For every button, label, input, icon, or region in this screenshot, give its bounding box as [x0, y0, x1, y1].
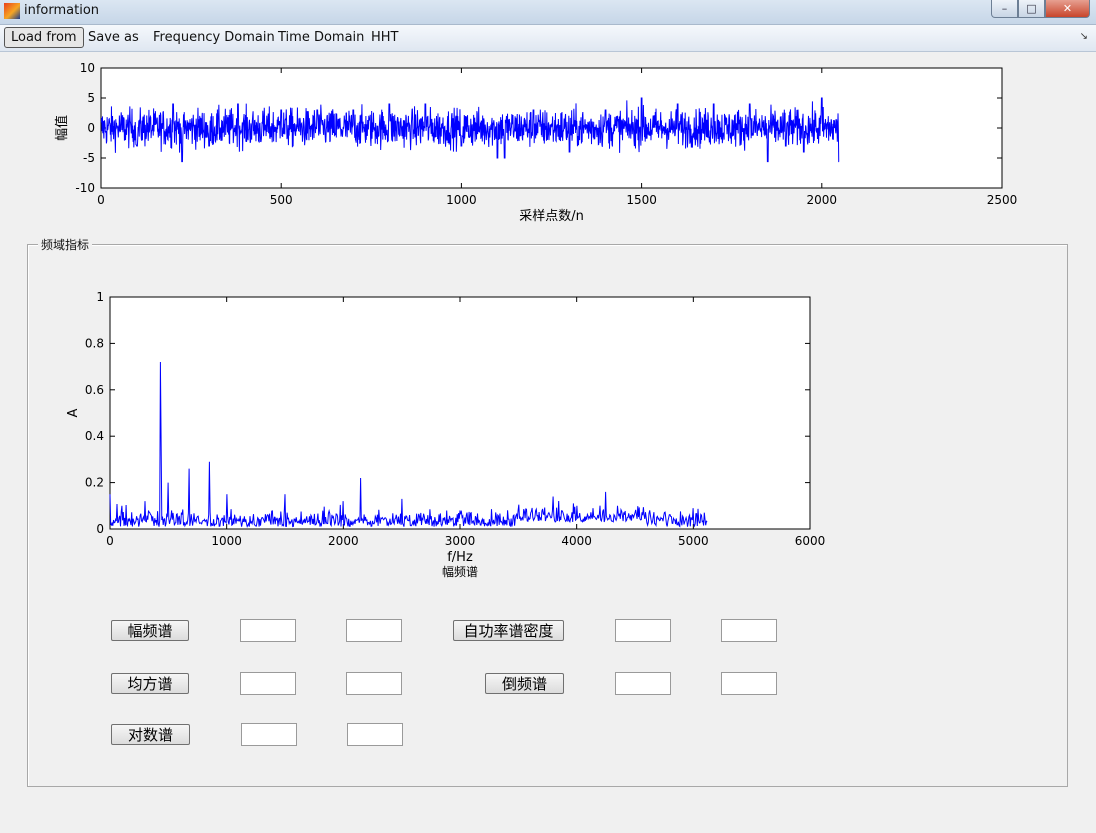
log-spectrum-button[interactable]: 对数谱	[111, 724, 190, 745]
chart-title: 幅频谱	[442, 564, 478, 579]
y-tick-label: -5	[83, 151, 95, 165]
x-tick-label: 1000	[211, 534, 242, 548]
x-tick-label: 5000	[678, 534, 709, 548]
x-tick-label: 0	[106, 534, 114, 548]
y-tick-label: 0	[96, 522, 104, 536]
x-tick-label: 0	[97, 193, 105, 207]
charts-layer: 0 500 1000 1500 2000 25001050-5-10采样点数/n幅值 01…	[54, 61, 1017, 579]
log-field-2[interactable]	[347, 723, 403, 746]
time-signal-chart[interactable]: 0 500 1000 1500 2000 2500 10 5 0 -5 -10 采样点数/n 幅值	[54, 61, 1017, 224]
x-tick-label: 500	[270, 193, 293, 207]
mean-square-field-1[interactable]	[240, 672, 296, 695]
y-tick-label: 1	[96, 290, 104, 304]
log-field-1[interactable]	[241, 723, 297, 746]
mean-square-field-2[interactable]	[346, 672, 402, 695]
cepstrum-field-2[interactable]	[721, 672, 777, 695]
y-tick-label: 0	[87, 121, 95, 135]
amplitude-field-2[interactable]	[346, 619, 402, 642]
y-tick-label: -10	[75, 181, 95, 195]
x-axis-label: 采样点数/n	[519, 209, 584, 224]
amplitude-field-1[interactable]	[240, 619, 296, 642]
y-tick-label: 0.6	[85, 383, 104, 397]
x-tick-label: 2000	[807, 193, 838, 207]
x-tick-label: 1000	[446, 193, 477, 207]
y-tick-label: 0.4	[85, 429, 104, 443]
y-axis-label: A	[66, 408, 81, 417]
mean-square-spectrum-button[interactable]: 均方谱	[111, 673, 189, 694]
amplitude-spectrum-button[interactable]: 幅频谱	[111, 620, 189, 641]
x-tick-label: 4000	[561, 534, 592, 548]
y-tick-label: 5	[87, 91, 95, 105]
amplitude-spectrum-chart[interactable]: 0 1000 2000 3000 4000 5000 6000 1 0.8 0.6 0.4 0.2 0 f…	[66, 290, 825, 579]
x-tick-label: 1500	[626, 193, 657, 207]
y-tick-label: 0.2	[85, 476, 104, 490]
y-tick-label: 0.8	[85, 336, 104, 350]
y-tick-label: 10	[80, 61, 95, 75]
x-tick-label: 2000	[328, 534, 359, 548]
cepstrum-button[interactable]: 倒频谱	[485, 673, 564, 694]
psd-field-1[interactable]	[615, 619, 671, 642]
cepstrum-field-1[interactable]	[615, 672, 671, 695]
psd-button[interactable]: 自功率谱密度	[453, 620, 564, 641]
x-axis-label: f/Hz	[447, 550, 473, 565]
x-tick-label: 6000	[795, 534, 826, 548]
plot-area	[109, 296, 811, 530]
psd-field-2[interactable]	[721, 619, 777, 642]
x-tick-label: 2500	[987, 193, 1018, 207]
y-axis-label: 幅值	[54, 115, 70, 141]
x-tick-label: 3000	[445, 534, 476, 548]
